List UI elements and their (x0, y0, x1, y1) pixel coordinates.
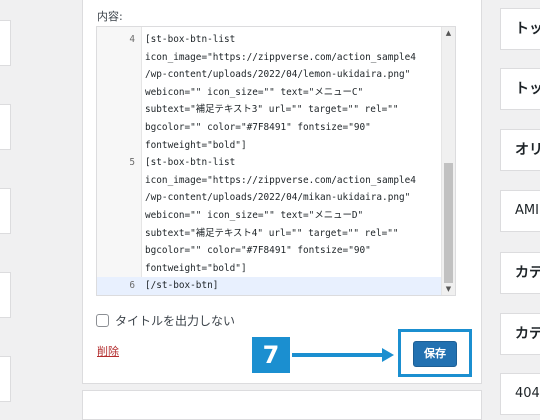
code-text: [/st-box-btn] (145, 280, 219, 292)
scroll-down-icon[interactable]: ▼ (442, 283, 455, 295)
code-text: [st-box-btn-list (145, 157, 236, 169)
hide-title-label: タイトルを出力しない (115, 314, 236, 328)
code-text: /wp-content/uploads/2022/04/lemon-ukidai… (145, 69, 411, 81)
code-text: /wp-content/uploads/2022/04/mikan-ukidai… (145, 192, 411, 204)
right-widget-item[interactable]: AMI (500, 190, 540, 232)
code-text: subtext="補足テキスト4" url="" target="" rel="… (145, 227, 399, 239)
code-line[interactable]: webicon="" icon_size="" text="メニューD" (97, 207, 442, 225)
content-label: 内容: (97, 10, 123, 23)
left-widget-card[interactable] (0, 104, 11, 150)
code-line[interactable]: fontweight="bold"] (97, 260, 442, 278)
code-text: icon_image="https://zippverse.com/action… (145, 174, 416, 186)
left-widget-card[interactable] (0, 356, 11, 402)
left-column (0, 0, 38, 405)
code-line[interactable]: subtext="補足テキスト3" url="" target="" rel="… (97, 101, 442, 119)
arrow-line (292, 353, 382, 357)
code-line[interactable]: bgcolor="" color="#7F8491" fontsize="90" (97, 119, 442, 137)
hide-title-checkbox[interactable] (96, 314, 109, 327)
next-widget-panel[interactable] (82, 390, 482, 420)
left-widget-card[interactable] (0, 188, 11, 234)
code-line[interactable]: icon_image="https://zippverse.com/action… (97, 172, 442, 190)
code-text: subtext="補足テキスト3" url="" target="" rel="… (145, 104, 399, 116)
right-widget-item[interactable]: トッ (500, 68, 540, 110)
editor-scrollbar[interactable]: ▲ ▼ (441, 27, 455, 295)
scroll-up-icon[interactable]: ▲ (442, 27, 455, 39)
right-widget-item[interactable]: オリ (500, 129, 540, 171)
code-text: [st-box-btn-list (145, 34, 236, 45)
code-text: fontweight="bold"] (145, 262, 247, 274)
code-line[interactable]: fontweight="bold"] (97, 137, 442, 155)
left-widget-card[interactable] (0, 20, 11, 66)
save-button[interactable]: 保存 (413, 341, 457, 367)
code-line[interactable]: /wp-content/uploads/2022/04/mikan-ukidai… (97, 189, 442, 207)
code-line[interactable]: icon_image="https://zippverse.com/action… (97, 49, 442, 67)
code-text: bgcolor="" color="#7F8491" fontsize="90" (145, 245, 371, 257)
right-widget-item[interactable]: トッ (500, 8, 540, 50)
code-line[interactable]: bgcolor="" color="#7F8491" fontsize="90" (97, 242, 442, 260)
code-editor[interactable]: 4 [st-box-btn-list icon_image="https://zip… (96, 26, 456, 296)
right-widget-item[interactable]: カテ (500, 252, 540, 294)
code-line[interactable]: 6 [/st-box-btn] (97, 277, 442, 295)
code-text: fontweight="bold"] (145, 139, 247, 151)
line-number: 6 (129, 280, 135, 292)
left-widget-card[interactable] (0, 272, 11, 318)
code-line[interactable]: subtext="補足テキスト4" url="" target="" rel="… (97, 225, 442, 243)
right-widget-item[interactable]: 404 (500, 373, 540, 415)
scroll-thumb[interactable] (444, 163, 453, 283)
code-text: webicon="" icon_size="" text="メニューC" (145, 86, 364, 98)
delete-link[interactable]: 削除 (97, 343, 119, 359)
step-number-badge: 7 (252, 337, 290, 373)
code-line[interactable]: 4 [st-box-btn-list (97, 31, 442, 49)
code-text: icon_image="https://zippverse.com/action… (145, 51, 416, 63)
right-widget-item[interactable]: カテ (500, 313, 540, 355)
code-line[interactable]: 5 [st-box-btn-list (97, 154, 442, 172)
line-number: 4 (129, 34, 135, 45)
line-number: 5 (129, 157, 135, 169)
code-text: bgcolor="" color="#7F8491" fontsize="90" (145, 122, 371, 133)
arrow-right-icon (382, 348, 394, 362)
code-text: webicon="" icon_size="" text="メニューD" (145, 210, 364, 221)
code-line[interactable]: webicon="" icon_size="" text="メニューC" (97, 84, 442, 102)
code-line[interactable]: /wp-content/uploads/2022/04/lemon-ukidai… (97, 66, 442, 84)
hide-title-option[interactable]: タイトルを出力しない (96, 312, 235, 329)
